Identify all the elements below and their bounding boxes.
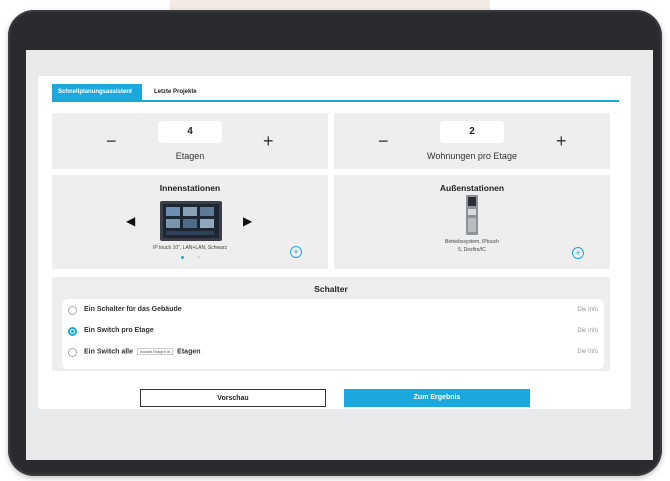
outdoor-stations: Außenstationen Betriebssystem, IPtouch 5… — [334, 175, 610, 269]
tab-schnellplanungsassistent[interactable]: Schnellplanungsassistent — [52, 84, 142, 100]
apartments-minus-button[interactable]: − — [378, 132, 389, 150]
switch-option-building[interactable]: Ein Schalter für das Gebäude Die Info — [62, 301, 604, 321]
chevron-left-icon[interactable]: ◀ — [126, 214, 135, 228]
radio-per-floor[interactable] — [68, 327, 77, 336]
planning-assistant-panel: Schnellplanungsassistent Letzte Projekte… — [38, 76, 631, 409]
indoor-panel-image — [160, 201, 222, 241]
tab-letzte-projekte[interactable]: Letzte Projekte — [148, 84, 203, 100]
result-button[interactable]: Zum Ergebnis — [344, 389, 530, 407]
chevron-right-icon[interactable]: ▶ — [243, 214, 252, 228]
switch-option-label: Ein Switch pro Etage — [84, 327, 154, 334]
switch-section-title: Schalter — [314, 284, 348, 294]
apartments-stepper: − 2 Wohnungen pro Etage + — [334, 113, 610, 169]
switch-options: Ein Schalter für das Gebäude Die Info Ei… — [62, 299, 604, 369]
indoor-device-caption: IP touch 10", LAN+LAN, Schwarz — [152, 245, 228, 251]
outdoor-add-icon[interactable]: + — [572, 247, 584, 259]
switch-option-label: Ein Schalter für das Gebäude — [84, 306, 182, 313]
switch-section: Schalter Ein Schalter für das Gebäude Di… — [52, 277, 610, 371]
info-link[interactable]: Die Info — [577, 349, 598, 355]
info-link[interactable]: Die Info — [577, 328, 598, 334]
switch-option-every-n-floors[interactable]: Ein Switch alle Anzahl Etagen ei Etagen … — [62, 343, 604, 363]
floors-value[interactable]: 4 — [158, 121, 222, 143]
carousel-dot-active[interactable] — [181, 256, 184, 259]
tab-bar: Schnellplanungsassistent Letzte Projekte — [52, 84, 619, 102]
switch-option-label: Ein Switch alle Anzahl Etagen ei Etagen — [84, 348, 201, 355]
floors-count-input[interactable]: Anzahl Etagen ei — [136, 348, 174, 355]
outdoor-device-caption-line2: 5, Desfire/IC — [458, 247, 486, 253]
apartments-plus-button[interactable]: + — [556, 132, 567, 150]
apartments-value[interactable]: 2 — [440, 121, 504, 143]
outdoor-station-image — [466, 195, 478, 235]
switch-option-label-post: Etagen — [177, 348, 201, 356]
radio-every-n-floors[interactable] — [68, 348, 77, 357]
info-link[interactable]: Die Info — [577, 307, 598, 313]
floors-label: Etagen — [175, 151, 205, 161]
indoor-stations: Innenstationen ◀ ▶ IP touch 10", LAN+LAN… — [52, 175, 328, 269]
switch-option-per-floor[interactable]: Ein Switch pro Etage Die Info — [62, 322, 604, 342]
apartments-label: Wohnungen pro Etage — [427, 151, 517, 161]
switch-option-label-pre: Ein Switch alle — [84, 348, 134, 356]
preview-button[interactable]: Vorschau — [140, 389, 326, 407]
floors-plus-button[interactable]: + — [263, 132, 274, 150]
radio-building[interactable] — [68, 306, 77, 315]
outdoor-stations-title: Außenstationen — [439, 183, 505, 193]
indoor-stations-title: Innenstationen — [159, 183, 221, 193]
carousel-dot[interactable] — [197, 256, 200, 259]
outdoor-device-caption-line1: Betriebssystem, IPtouch — [445, 239, 499, 245]
indoor-add-icon[interactable]: + — [290, 246, 302, 258]
floors-stepper: − 4 Etagen + — [52, 113, 328, 169]
floors-minus-button[interactable]: − — [106, 132, 117, 150]
